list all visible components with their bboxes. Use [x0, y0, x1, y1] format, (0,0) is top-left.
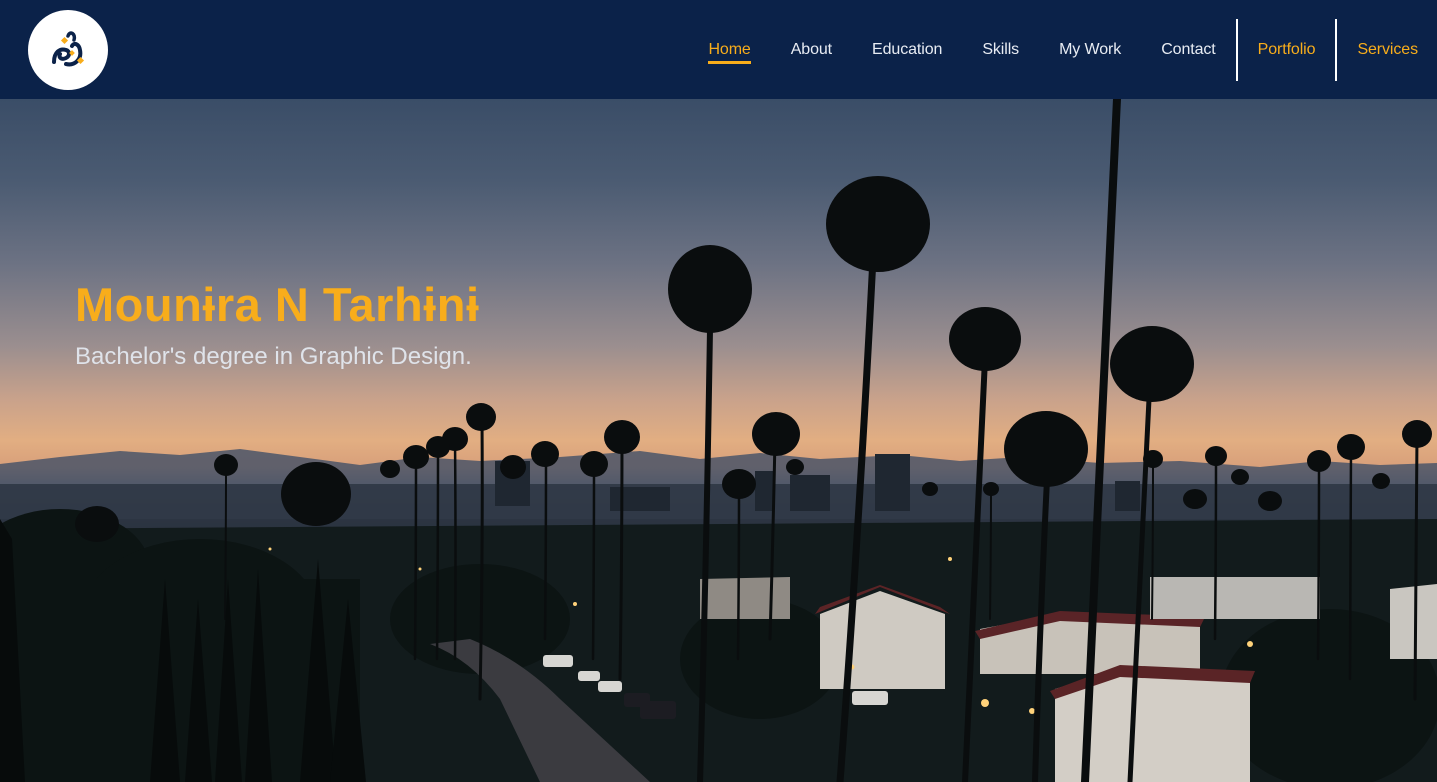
hero-title: Mounɨra N Tarhɨnɨ — [75, 278, 480, 331]
site-logo[interactable] — [28, 10, 108, 90]
site-header: Home About Education Skills My Work Cont… — [0, 0, 1437, 99]
nav-home[interactable]: Home — [688, 0, 770, 99]
nav-education[interactable]: Education — [852, 0, 962, 99]
nav-skills-label: Skills — [982, 40, 1020, 58]
nav-education-label: Education — [872, 40, 943, 58]
active-underline — [708, 61, 751, 64]
nav-about[interactable]: About — [771, 0, 852, 99]
hero-background-image — [0, 99, 1437, 782]
main-nav: Home About Education Skills My Work Cont… — [688, 0, 1437, 99]
logo-icon — [52, 31, 85, 67]
nav-my-work[interactable]: My Work — [1039, 0, 1141, 99]
nav-services[interactable]: Services — [1337, 0, 1437, 99]
nav-skills[interactable]: Skills — [962, 0, 1039, 99]
nav-services-label: Services — [1357, 40, 1418, 58]
nav-portfolio[interactable]: Portfolio — [1238, 0, 1336, 99]
hero-subtitle: Bachelor's degree in Graphic Design. — [75, 343, 472, 370]
nav-portfolio-label: Portfolio — [1257, 40, 1316, 58]
nav-about-label: About — [790, 40, 833, 58]
nav-contact-label: Contact — [1161, 40, 1216, 58]
nav-home-label: Home — [708, 40, 751, 58]
hero-banner: Mounɨra N Tarhɨnɨ Bachelor's degree in G… — [0, 99, 1437, 782]
nav-my-work-label: My Work — [1059, 40, 1122, 58]
nav-contact[interactable]: Contact — [1141, 0, 1235, 99]
